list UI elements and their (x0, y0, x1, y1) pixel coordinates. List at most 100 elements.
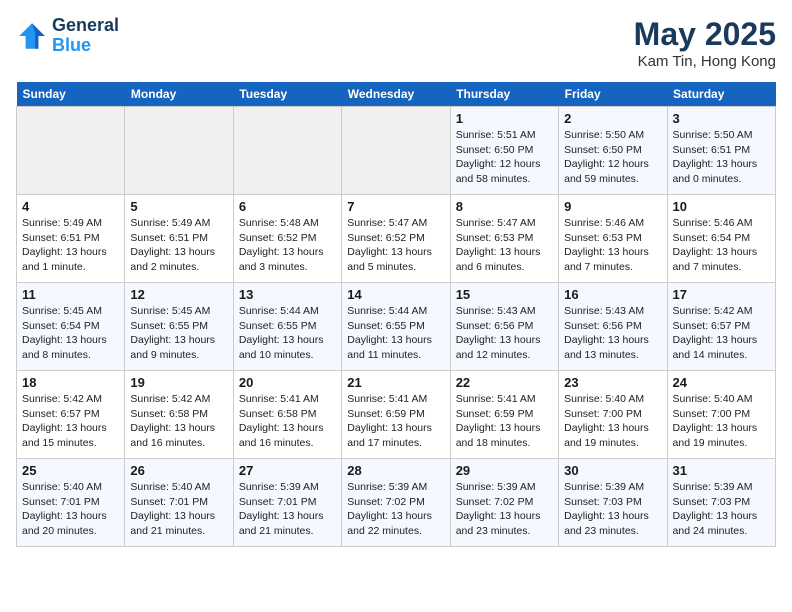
day-number: 3 (673, 111, 770, 126)
calendar-cell: 30 Sunrise: 5:39 AM Sunset: 7:03 PM Dayli… (559, 459, 667, 547)
calendar-cell: 20 Sunrise: 5:41 AM Sunset: 6:58 PM Dayli… (233, 371, 341, 459)
weekday-header-sunday: Sunday (17, 82, 125, 107)
calendar-cell: 12 Sunrise: 5:45 AM Sunset: 6:55 PM Dayli… (125, 283, 233, 371)
day-number: 28 (347, 463, 444, 478)
day-number: 23 (564, 375, 661, 390)
weekday-header-friday: Friday (559, 82, 667, 107)
logo-line1: General (52, 16, 119, 36)
day-info: Sunrise: 5:43 AM Sunset: 6:56 PM Dayligh… (456, 304, 553, 363)
calendar-cell: 22 Sunrise: 5:41 AM Sunset: 6:59 PM Dayli… (450, 371, 558, 459)
day-number: 19 (130, 375, 227, 390)
weekday-header-monday: Monday (125, 82, 233, 107)
weekday-header-thursday: Thursday (450, 82, 558, 107)
day-info: Sunrise: 5:41 AM Sunset: 6:58 PM Dayligh… (239, 392, 336, 451)
day-number: 13 (239, 287, 336, 302)
calendar-cell (17, 107, 125, 195)
day-info: Sunrise: 5:46 AM Sunset: 6:53 PM Dayligh… (564, 216, 661, 275)
day-info: Sunrise: 5:41 AM Sunset: 6:59 PM Dayligh… (456, 392, 553, 451)
day-number: 2 (564, 111, 661, 126)
weekday-header-saturday: Saturday (667, 82, 775, 107)
calendar-cell: 2 Sunrise: 5:50 AM Sunset: 6:50 PM Daylig… (559, 107, 667, 195)
day-number: 17 (673, 287, 770, 302)
day-number: 20 (239, 375, 336, 390)
calendar-cell: 14 Sunrise: 5:44 AM Sunset: 6:55 PM Dayli… (342, 283, 450, 371)
day-number: 7 (347, 199, 444, 214)
page-header: General Blue May 2025 Kam Tin, Hong Kong (16, 16, 776, 70)
day-number: 5 (130, 199, 227, 214)
day-info: Sunrise: 5:39 AM Sunset: 7:02 PM Dayligh… (347, 480, 444, 539)
weekday-header-tuesday: Tuesday (233, 82, 341, 107)
logo-text: General Blue (52, 16, 119, 56)
day-info: Sunrise: 5:40 AM Sunset: 7:00 PM Dayligh… (673, 392, 770, 451)
day-info: Sunrise: 5:39 AM Sunset: 7:03 PM Dayligh… (673, 480, 770, 539)
calendar-body: 1 Sunrise: 5:51 AM Sunset: 6:50 PM Daylig… (17, 107, 776, 547)
day-number: 21 (347, 375, 444, 390)
day-number: 29 (456, 463, 553, 478)
calendar-cell: 19 Sunrise: 5:42 AM Sunset: 6:58 PM Dayli… (125, 371, 233, 459)
calendar-cell: 29 Sunrise: 5:39 AM Sunset: 7:02 PM Dayli… (450, 459, 558, 547)
calendar-week-1: 1 Sunrise: 5:51 AM Sunset: 6:50 PM Daylig… (17, 107, 776, 195)
calendar-week-4: 18 Sunrise: 5:42 AM Sunset: 6:57 PM Dayli… (17, 371, 776, 459)
calendar-cell: 6 Sunrise: 5:48 AM Sunset: 6:52 PM Daylig… (233, 195, 341, 283)
day-info: Sunrise: 5:48 AM Sunset: 6:52 PM Dayligh… (239, 216, 336, 275)
calendar-cell: 25Sunrise: 5:40 AM Sunset: 7:01 PM Dayli… (17, 459, 125, 547)
weekday-header-wednesday: Wednesday (342, 82, 450, 107)
calendar-cell: 31 Sunrise: 5:39 AM Sunset: 7:03 PM Dayli… (667, 459, 775, 547)
calendar-cell: 13 Sunrise: 5:44 AM Sunset: 6:55 PM Dayli… (233, 283, 341, 371)
day-number: 6 (239, 199, 336, 214)
day-number: 15 (456, 287, 553, 302)
day-info: Sunrise: 5:44 AM Sunset: 6:55 PM Dayligh… (239, 304, 336, 363)
calendar-cell: 9 Sunrise: 5:46 AM Sunset: 6:53 PM Daylig… (559, 195, 667, 283)
calendar-cell: 1 Sunrise: 5:51 AM Sunset: 6:50 PM Daylig… (450, 107, 558, 195)
day-number: 24 (673, 375, 770, 390)
calendar-cell: 16Sunrise: 5:43 AM Sunset: 6:56 PM Dayli… (559, 283, 667, 371)
day-number: 4 (22, 199, 119, 214)
calendar-cell: 18 Sunrise: 5:42 AM Sunset: 6:57 PM Dayli… (17, 371, 125, 459)
day-info: Sunrise: 5:42 AM Sunset: 6:57 PM Dayligh… (673, 304, 770, 363)
day-number: 9 (564, 199, 661, 214)
location: Kam Tin, Hong Kong (634, 53, 776, 70)
day-info: Sunrise: 5:42 AM Sunset: 6:58 PM Dayligh… (130, 392, 227, 451)
logo-line2: Blue (52, 36, 119, 56)
calendar-table: SundayMondayTuesdayWednesdayThursdayFrid… (16, 82, 776, 547)
day-info: Sunrise: 5:40 AM Sunset: 7:00 PM Dayligh… (564, 392, 661, 451)
calendar-cell: 26Sunrise: 5:40 AM Sunset: 7:01 PM Dayli… (125, 459, 233, 547)
day-number: 18 (22, 375, 119, 390)
day-info: Sunrise: 5:39 AM Sunset: 7:02 PM Dayligh… (456, 480, 553, 539)
calendar-cell: 8Sunrise: 5:47 AM Sunset: 6:53 PM Daylig… (450, 195, 558, 283)
calendar-cell: 11 Sunrise: 5:45 AM Sunset: 6:54 PM Dayli… (17, 283, 125, 371)
day-info: Sunrise: 5:50 AM Sunset: 6:51 PM Dayligh… (673, 128, 770, 187)
calendar-cell: 5 Sunrise: 5:49 AM Sunset: 6:51 PM Daylig… (125, 195, 233, 283)
day-info: Sunrise: 5:42 AM Sunset: 6:57 PM Dayligh… (22, 392, 119, 451)
day-info: Sunrise: 5:41 AM Sunset: 6:59 PM Dayligh… (347, 392, 444, 451)
day-info: Sunrise: 5:45 AM Sunset: 6:55 PM Dayligh… (130, 304, 227, 363)
day-info: Sunrise: 5:50 AM Sunset: 6:50 PM Dayligh… (564, 128, 661, 187)
day-info: Sunrise: 5:49 AM Sunset: 6:51 PM Dayligh… (130, 216, 227, 275)
calendar-cell: 3 Sunrise: 5:50 AM Sunset: 6:51 PM Daylig… (667, 107, 775, 195)
day-info: Sunrise: 5:39 AM Sunset: 7:03 PM Dayligh… (564, 480, 661, 539)
day-info: Sunrise: 5:44 AM Sunset: 6:55 PM Dayligh… (347, 304, 444, 363)
calendar-cell: 24 Sunrise: 5:40 AM Sunset: 7:00 PM Dayli… (667, 371, 775, 459)
day-number: 11 (22, 287, 119, 302)
logo: General Blue (16, 16, 119, 56)
calendar-cell: 4Sunrise: 5:49 AM Sunset: 6:51 PM Daylig… (17, 195, 125, 283)
calendar-cell (233, 107, 341, 195)
calendar-cell: 7Sunrise: 5:47 AM Sunset: 6:52 PM Daylig… (342, 195, 450, 283)
calendar-cell: 10Sunrise: 5:46 AM Sunset: 6:54 PM Dayli… (667, 195, 775, 283)
calendar-header: SundayMondayTuesdayWednesdayThursdayFrid… (17, 82, 776, 107)
day-info: Sunrise: 5:40 AM Sunset: 7:01 PM Dayligh… (130, 480, 227, 539)
day-number: 30 (564, 463, 661, 478)
day-number: 16 (564, 287, 661, 302)
day-number: 1 (456, 111, 553, 126)
day-number: 22 (456, 375, 553, 390)
day-number: 31 (673, 463, 770, 478)
logo-icon (16, 20, 48, 52)
day-number: 10 (673, 199, 770, 214)
calendar-week-2: 4 Sunrise: 5:49 AM Sunset: 6:51 PM Daylig… (17, 195, 776, 283)
day-info: Sunrise: 5:51 AM Sunset: 6:50 PM Dayligh… (456, 128, 553, 187)
day-number: 12 (130, 287, 227, 302)
calendar-cell: 21 Sunrise: 5:41 AM Sunset: 6:59 PM Dayli… (342, 371, 450, 459)
day-info: Sunrise: 5:45 AM Sunset: 6:54 PM Dayligh… (22, 304, 119, 363)
day-number: 14 (347, 287, 444, 302)
calendar-cell (342, 107, 450, 195)
